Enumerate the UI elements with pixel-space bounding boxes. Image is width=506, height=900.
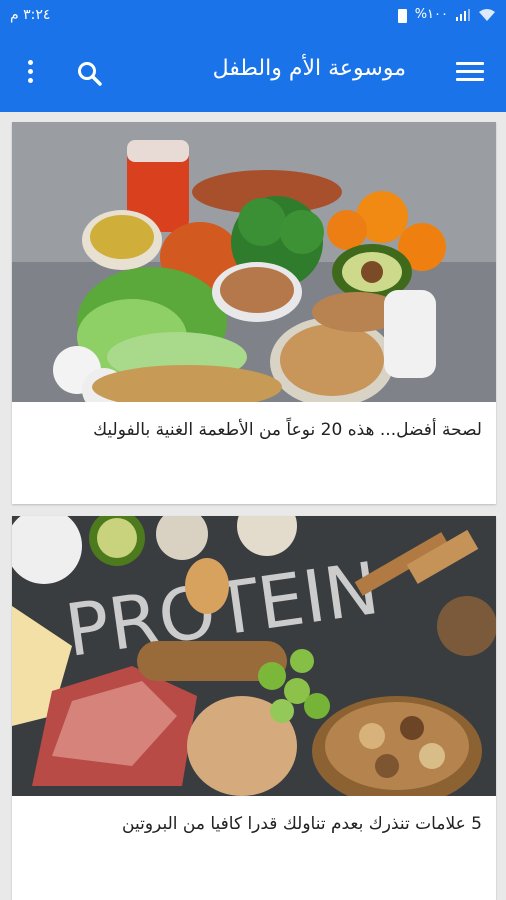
more-options-button[interactable] — [24, 60, 36, 88]
more-vert-icon — [27, 60, 33, 65]
battery-icon — [397, 8, 407, 23]
article-image-folic-foods — [12, 122, 496, 402]
menu-button[interactable] — [456, 62, 484, 82]
status-time: ٣:٢٤ م — [10, 7, 51, 23]
status-icons: %١٠٠ — [397, 7, 496, 23]
article-title[interactable]: 5 علامات تنذرك بعدم تناولك قدرا كافيا من… — [26, 814, 482, 834]
app-bar: موسوعة الأم والطفل — [0, 34, 506, 112]
article-card[interactable]: لصحة أفضل... هذه 20 نوعاً من الأطعمة الغ… — [12, 122, 496, 504]
battery-percent: %١٠٠ — [414, 7, 448, 22]
hamburger-icon — [456, 62, 484, 65]
signal-icon — [456, 8, 470, 21]
search-icon[interactable] — [76, 60, 104, 88]
page-title: موسوعة الأم والطفل — [212, 56, 406, 81]
article-card[interactable]: PROTEIN 5 علامات تنذرك بعدم تناولك قدرا … — [12, 516, 496, 900]
wifi-icon — [479, 8, 495, 21]
article-image-protein-foods: PROTEIN — [12, 516, 496, 796]
article-title[interactable]: لصحة أفضل... هذه 20 نوعاً من الأطعمة الغ… — [26, 420, 482, 440]
status-bar: ٣:٢٤ م %١٠٠ — [0, 0, 506, 34]
